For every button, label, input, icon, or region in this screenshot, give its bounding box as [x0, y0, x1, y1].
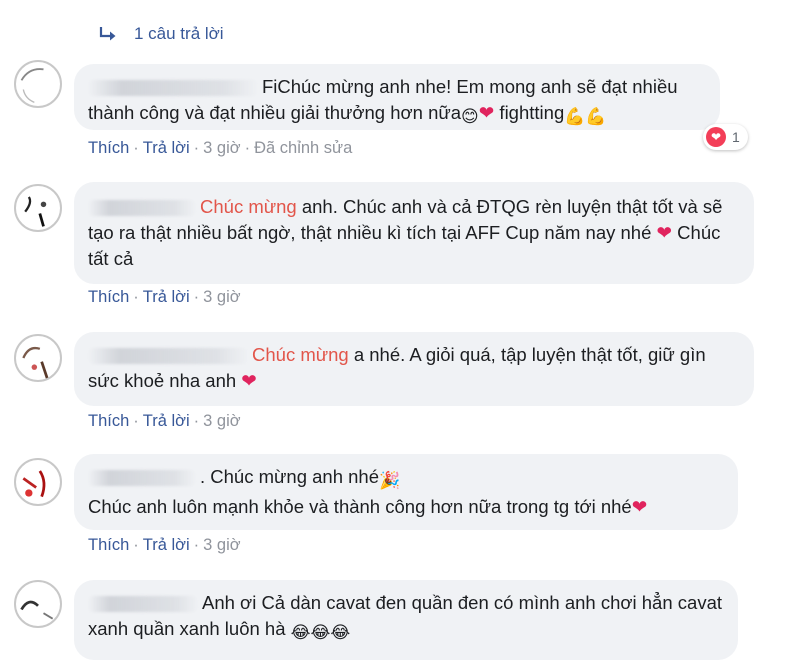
smile-emoji-icon: 😊	[461, 107, 479, 127]
comment-bubble: Chúc mừng anh. Chúc anh và cả ĐTQG rèn l…	[74, 182, 754, 284]
heart-reaction-icon: ❤	[706, 127, 726, 147]
timestamp[interactable]: 3 giờ	[203, 412, 240, 431]
avatar[interactable]	[14, 184, 62, 232]
laughing-emoji-icon: 😂😂😂	[290, 623, 351, 643]
comment-bubble: Chúc mừng a nhé. A giỏi quá, tập luyện t…	[74, 332, 754, 406]
edited-label[interactable]: Đã chỉnh sửa	[254, 139, 352, 158]
avatar[interactable]	[14, 334, 62, 382]
separator-dot: ·	[244, 139, 251, 157]
separator-dot: ·	[193, 139, 200, 157]
avatar[interactable]	[14, 458, 62, 506]
comment-text-line2: Chúc anh luôn mạnh khỏe và thành công hơ…	[88, 496, 632, 517]
comment-text-line1: . Chúc mừng anh nhé	[200, 466, 379, 487]
comment-actions: Thích · Trả lời · 3 giờ	[88, 412, 241, 431]
separator-dot: ·	[133, 288, 139, 306]
comment-text-suffix: fightting	[494, 102, 565, 123]
timestamp[interactable]: 3 giờ	[203, 139, 240, 158]
comment-bubble: . Chúc mừng anh nhé🎉 Chúc anh luôn mạnh …	[74, 454, 738, 530]
heart-icon: ❤	[241, 370, 257, 391]
heart-icon: ❤	[631, 496, 648, 517]
avatar[interactable]	[14, 580, 62, 628]
reaction-count: 1	[732, 129, 740, 145]
flexed-biceps-emoji-icon: 💪💪	[564, 107, 607, 127]
mention-highlight[interactable]: Chúc mừng	[252, 344, 349, 365]
separator-dot: ·	[133, 536, 139, 554]
reply-link[interactable]: Trả lời	[143, 288, 190, 307]
author-name-redacted[interactable]	[88, 80, 258, 97]
author-name-redacted[interactable]	[88, 348, 248, 365]
timestamp[interactable]: 3 giờ	[203, 536, 240, 555]
comment-bubble: FiChúc mừng anh nhe! Em mong anh sẽ đạt …	[74, 64, 720, 130]
author-name-redacted[interactable]	[88, 200, 196, 217]
reply-link[interactable]: Trả lời	[143, 139, 190, 158]
reaction-summary[interactable]: ❤ 1	[703, 124, 748, 150]
like-link[interactable]: Thích	[88, 139, 129, 158]
author-name-redacted[interactable]	[88, 470, 196, 487]
separator-dot: ·	[133, 139, 139, 157]
mention-highlight[interactable]: Chúc mừng	[200, 196, 297, 217]
heart-icon: ❤	[478, 102, 495, 123]
like-link[interactable]: Thích	[88, 536, 129, 555]
separator-dot: ·	[193, 288, 200, 306]
reply-arrow-icon	[99, 27, 116, 41]
like-link[interactable]: Thích	[88, 288, 129, 307]
view-replies-label: 1 câu trả lời	[134, 24, 224, 43]
separator-dot: ·	[193, 536, 200, 554]
comment-actions: Thích · Trả lời · 3 giờ	[88, 536, 241, 555]
comment-actions: Thích · Trả lời · 3 giờ	[88, 288, 241, 307]
separator-dot: ·	[133, 412, 139, 430]
view-replies-link[interactable]: 1 câu trả lời	[98, 22, 224, 46]
avatar[interactable]	[14, 60, 62, 108]
heart-icon: ❤	[656, 222, 673, 243]
reply-link[interactable]: Trả lời	[143, 412, 190, 431]
comment-bubble: Anh ơi Cả dàn cavat đen quần đen có mình…	[74, 580, 738, 660]
separator-dot: ·	[193, 412, 200, 430]
comment-actions: Thích · Trả lời · 3 giờ · Đã chỉnh sửa	[88, 139, 352, 158]
reply-link[interactable]: Trả lời	[143, 536, 190, 555]
party-popper-emoji-icon: 🎉	[379, 471, 401, 491]
like-link[interactable]: Thích	[88, 412, 129, 431]
timestamp[interactable]: 3 giờ	[203, 288, 240, 307]
author-name-redacted[interactable]	[88, 596, 198, 613]
